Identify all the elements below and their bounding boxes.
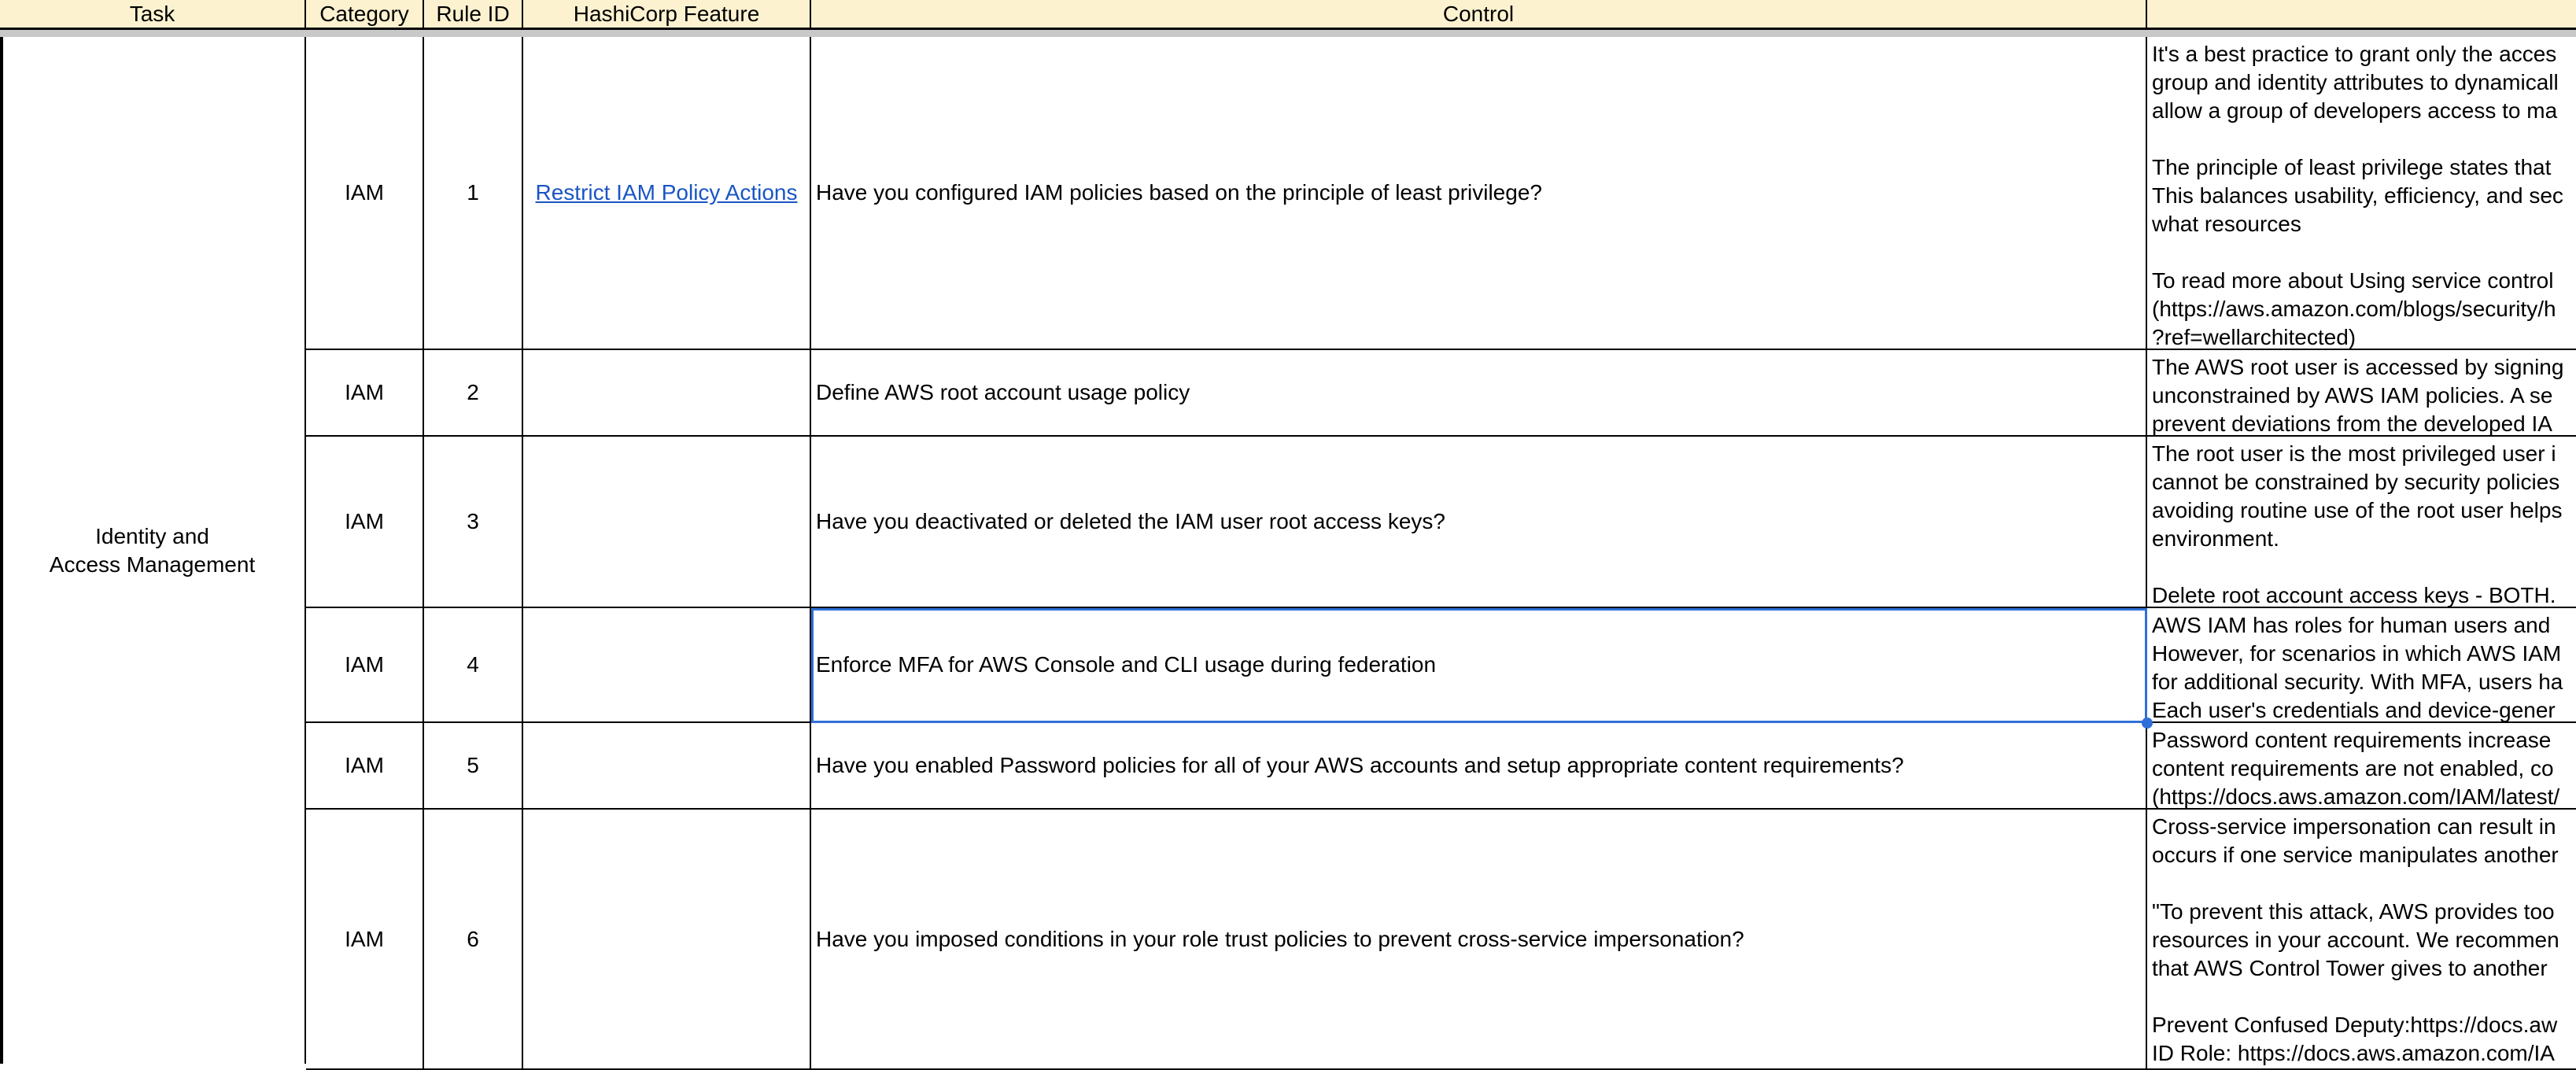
control-text: Have you deactivated or deleted the IAM …	[816, 509, 1445, 533]
feature-link[interactable]: Restrict IAM Policy Actions	[536, 180, 798, 205]
category-text: IAM	[345, 509, 384, 533]
category-text: IAM	[345, 380, 384, 404]
category-text: IAM	[345, 180, 384, 205]
header-feature[interactable]: HashiCorp Feature	[523, 0, 811, 28]
header-task[interactable]: Task	[0, 0, 306, 28]
category-text: IAM	[345, 753, 384, 777]
rule-id-cell[interactable]: 2	[424, 350, 523, 437]
category-cell[interactable]: IAM	[306, 608, 424, 723]
category-cell[interactable]: IAM	[306, 350, 424, 437]
header-rule-id[interactable]: Rule ID	[424, 0, 523, 28]
rule-id-cell[interactable]: 3	[424, 437, 523, 608]
feature-cell[interactable]	[523, 723, 811, 810]
control-cell[interactable]: Have you configured IAM policies based o…	[811, 37, 2147, 350]
description-cell[interactable]: Password content requirements increase c…	[2147, 723, 2576, 810]
category-text: IAM	[345, 926, 384, 951]
control-cell[interactable]: Have you deactivated or deleted the IAM …	[811, 437, 2147, 608]
rule-id-cell[interactable]: 6	[424, 810, 523, 1070]
description-text: AWS IAM has roles for human users and Ho…	[2152, 613, 2563, 722]
header-control[interactable]: Control	[811, 0, 2147, 28]
control-text: Have you enabled Password policies for a…	[816, 753, 1904, 777]
rule-id-text: 1	[467, 180, 479, 205]
feature-cell[interactable]	[523, 350, 811, 437]
header-description[interactable]	[2147, 0, 2576, 28]
description-cell[interactable]: AWS IAM has roles for human users and Ho…	[2147, 608, 2576, 723]
category-cell[interactable]: IAM	[306, 37, 424, 350]
description-text: Cross-service impersonation can result i…	[2152, 814, 2559, 1065]
control-text: Have you imposed conditions in your role…	[816, 926, 1744, 951]
header-category[interactable]: Category	[306, 0, 424, 28]
description-text: The root user is the most privileged use…	[2152, 441, 2563, 607]
category-text: IAM	[345, 652, 384, 677]
feature-cell[interactable]	[523, 810, 811, 1070]
description-text: Password content requirements increase c…	[2152, 728, 2560, 809]
rule-id-text: 3	[467, 509, 479, 533]
feature-cell[interactable]	[523, 608, 811, 723]
feature-cell[interactable]	[523, 437, 811, 608]
description-cell[interactable]: The AWS root user is accessed by signing…	[2147, 350, 2576, 437]
rule-id-cell[interactable]: 1	[424, 37, 523, 350]
rule-id-text: 6	[467, 926, 479, 951]
control-cell[interactable]: Define AWS root account usage policy	[811, 350, 2147, 437]
description-cell[interactable]: It's a best practice to grant only the a…	[2147, 37, 2576, 350]
description-text: It's a best practice to grant only the a…	[2152, 42, 2563, 349]
rule-id-text: 4	[467, 652, 479, 677]
rule-id-text: 2	[467, 380, 479, 404]
category-cell[interactable]: IAM	[306, 437, 424, 608]
selection-fill-handle[interactable]	[2142, 718, 2153, 729]
task-cell[interactable]: Identity and Access Management	[0, 37, 306, 1064]
freeze-divider[interactable]	[0, 30, 2576, 37]
description-cell[interactable]: The root user is the most privileged use…	[2147, 437, 2576, 608]
control-text: Enforce MFA for AWS Console and CLI usag…	[816, 652, 1437, 677]
control-cell[interactable]: Have you imposed conditions in your role…	[811, 810, 2147, 1070]
feature-cell[interactable]: Restrict IAM Policy Actions	[523, 37, 811, 350]
header-row: Task Category Rule ID HashiCorp Feature …	[0, 0, 2576, 30]
category-cell[interactable]: IAM	[306, 723, 424, 810]
rule-id-text: 5	[467, 753, 479, 777]
control-text: Have you configured IAM policies based o…	[816, 180, 1542, 205]
category-cell[interactable]: IAM	[306, 810, 424, 1070]
description-text: The AWS root user is accessed by signing…	[2152, 355, 2564, 436]
control-cell[interactable]: Enforce MFA for AWS Console and CLI usag…	[811, 608, 2147, 723]
control-cell[interactable]: Have you enabled Password policies for a…	[811, 723, 2147, 810]
control-text: Define AWS root account usage policy	[816, 380, 1190, 404]
rule-id-cell[interactable]: 4	[424, 608, 523, 723]
rule-id-cell[interactable]: 5	[424, 723, 523, 810]
description-cell[interactable]: Cross-service impersonation can result i…	[2147, 810, 2576, 1070]
